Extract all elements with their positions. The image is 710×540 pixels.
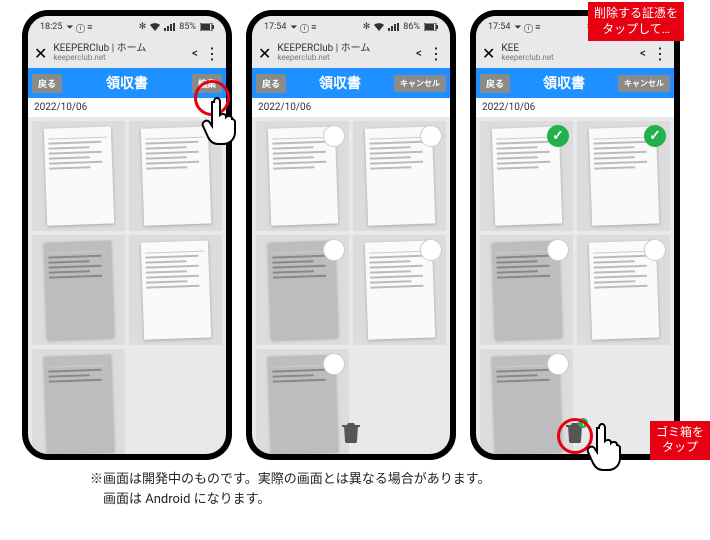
edit-button[interactable]: 編集: [192, 74, 222, 93]
phone-screen: 17:54⏷ ⓘ ≡ ✻ 86% ✕ KEEkeeperclub.net < ⋮…: [476, 16, 674, 454]
select-circle[interactable]: [323, 353, 345, 375]
receipt-thumb[interactable]: [32, 121, 125, 231]
screen-title: 領収書: [62, 73, 192, 93]
trash-icon[interactable]: [341, 421, 361, 443]
phone-screen: 18:25⏷ ⓘ ≡ ✻ 85% ✕ KEEPERClub | ホームkeepe…: [28, 16, 226, 454]
receipt-thumb[interactable]: [577, 121, 670, 231]
back-button[interactable]: 戻る: [480, 74, 510, 93]
receipt-thumb[interactable]: [353, 235, 446, 345]
back-button[interactable]: 戻る: [256, 74, 286, 93]
status-time: 17:54: [488, 22, 510, 32]
thumbnail-grid: [28, 117, 226, 454]
hand-pointer-icon: [583, 422, 623, 474]
hand-pointer-icon: [198, 96, 238, 148]
share-icon[interactable]: <: [192, 46, 198, 60]
page-url: keeperclub.net: [277, 54, 409, 62]
browser-bar: ✕ KEEPERClub | ホームkeeperclub.net < ⋮: [28, 38, 226, 68]
select-circle[interactable]: [547, 239, 569, 261]
page-url: keeperclub.net: [53, 54, 185, 62]
phone-row: 18:25⏷ ⓘ ≡ ✻ 85% ✕ KEEPERClub | ホームkeepe…: [0, 0, 710, 464]
more-icon[interactable]: ⋮: [652, 44, 668, 63]
title-bar: 戻る 領収書 キャンセル: [252, 68, 450, 98]
phone-frame: 18:25⏷ ⓘ ≡ ✻ 85% ✕ KEEPERClub | ホームkeepe…: [22, 10, 232, 460]
back-button[interactable]: 戻る: [32, 74, 62, 93]
wifi-icon: [150, 23, 160, 31]
receipt-thumb[interactable]: [256, 235, 349, 345]
receipt-thumb[interactable]: [480, 235, 573, 345]
wifi-icon: [374, 23, 384, 31]
more-icon[interactable]: ⋮: [428, 44, 444, 63]
receipt-thumb[interactable]: [32, 235, 125, 345]
status-bar: 17:54⏷ ⓘ ≡ ✻ 86%: [252, 16, 450, 38]
receipt-thumb[interactable]: [353, 121, 446, 231]
callout-top: 削除する証憑を タップして…: [588, 2, 684, 41]
date-label: 2022/10/06: [252, 98, 450, 117]
select-circle[interactable]: [644, 239, 666, 261]
trash-bar: [252, 418, 450, 446]
browser-bar: ✕ KEEkeeperclub.net < ⋮: [476, 38, 674, 68]
cancel-button[interactable]: キャンセル: [618, 75, 670, 92]
battery-icon: [424, 23, 438, 31]
bluetooth-icon: ✻: [363, 22, 371, 32]
title-bar: 戻る 領収書 編集: [28, 68, 226, 98]
status-bar: 18:25⏷ ⓘ ≡ ✻ 85%: [28, 16, 226, 38]
caption-line: ※画面は開発中のものです。実際の画面とは異なる場合があります。: [90, 470, 620, 490]
battery-text: 85%: [179, 22, 196, 32]
page-title: KEEPERClub | ホーム: [53, 43, 146, 54]
more-icon[interactable]: ⋮: [204, 44, 220, 63]
share-icon[interactable]: <: [416, 46, 422, 60]
title-bar: 戻る 領収書 キャンセル: [476, 68, 674, 98]
page-title: KEE: [501, 43, 519, 54]
status-time: 18:25: [40, 22, 62, 32]
battery-icon: [200, 23, 214, 31]
screen-title: 領収書: [510, 73, 618, 93]
thumbnail-grid: [252, 117, 450, 454]
date-label: 2022/10/06: [476, 98, 674, 117]
date-label: 2022/10/06: [28, 98, 226, 117]
share-icon[interactable]: <: [640, 46, 646, 60]
close-icon[interactable]: ✕: [34, 44, 47, 63]
cancel-button[interactable]: キャンセル: [394, 75, 446, 92]
receipt-thumb[interactable]: [129, 235, 222, 345]
select-circle[interactable]: [547, 353, 569, 375]
caption-line: 画面は Android になります。: [90, 490, 620, 510]
status-time: 17:54: [264, 22, 286, 32]
close-icon[interactable]: ✕: [482, 44, 495, 63]
phone-frame: 17:54⏷ ⓘ ≡ ✻ 86% ✕ KEEkeeperclub.net < ⋮…: [470, 10, 680, 460]
signal-icon: [164, 23, 175, 31]
browser-bar: ✕ KEEPERClub | ホームkeeperclub.net < ⋮: [252, 38, 450, 68]
receipt-thumb[interactable]: [32, 349, 125, 454]
screen-title: 領収書: [286, 73, 394, 93]
bluetooth-icon: ✻: [139, 22, 147, 32]
select-circle-checked[interactable]: [644, 125, 666, 147]
select-circle[interactable]: [323, 125, 345, 147]
receipt-thumb[interactable]: [480, 121, 573, 231]
signal-icon: [388, 23, 399, 31]
trash-bar: 1: [476, 418, 674, 446]
select-circle[interactable]: [420, 239, 442, 261]
receipt-thumb[interactable]: [577, 235, 670, 345]
select-circle[interactable]: [420, 125, 442, 147]
page-url: keeperclub.net: [501, 54, 633, 62]
close-icon[interactable]: ✕: [258, 44, 271, 63]
select-circle[interactable]: [323, 239, 345, 261]
phone-frame: 17:54⏷ ⓘ ≡ ✻ 86% ✕ KEEPERClub | ホームkeepe…: [246, 10, 456, 460]
thumbnail-grid: [476, 117, 674, 454]
battery-text: 86%: [403, 22, 420, 32]
callout-bottom: ゴミ箱を タップ: [650, 421, 710, 460]
page-title: KEEPERClub | ホーム: [277, 43, 370, 54]
select-circle-checked[interactable]: [547, 125, 569, 147]
receipt-thumb[interactable]: [256, 121, 349, 231]
phone-screen: 17:54⏷ ⓘ ≡ ✻ 86% ✕ KEEPERClub | ホームkeepe…: [252, 16, 450, 454]
